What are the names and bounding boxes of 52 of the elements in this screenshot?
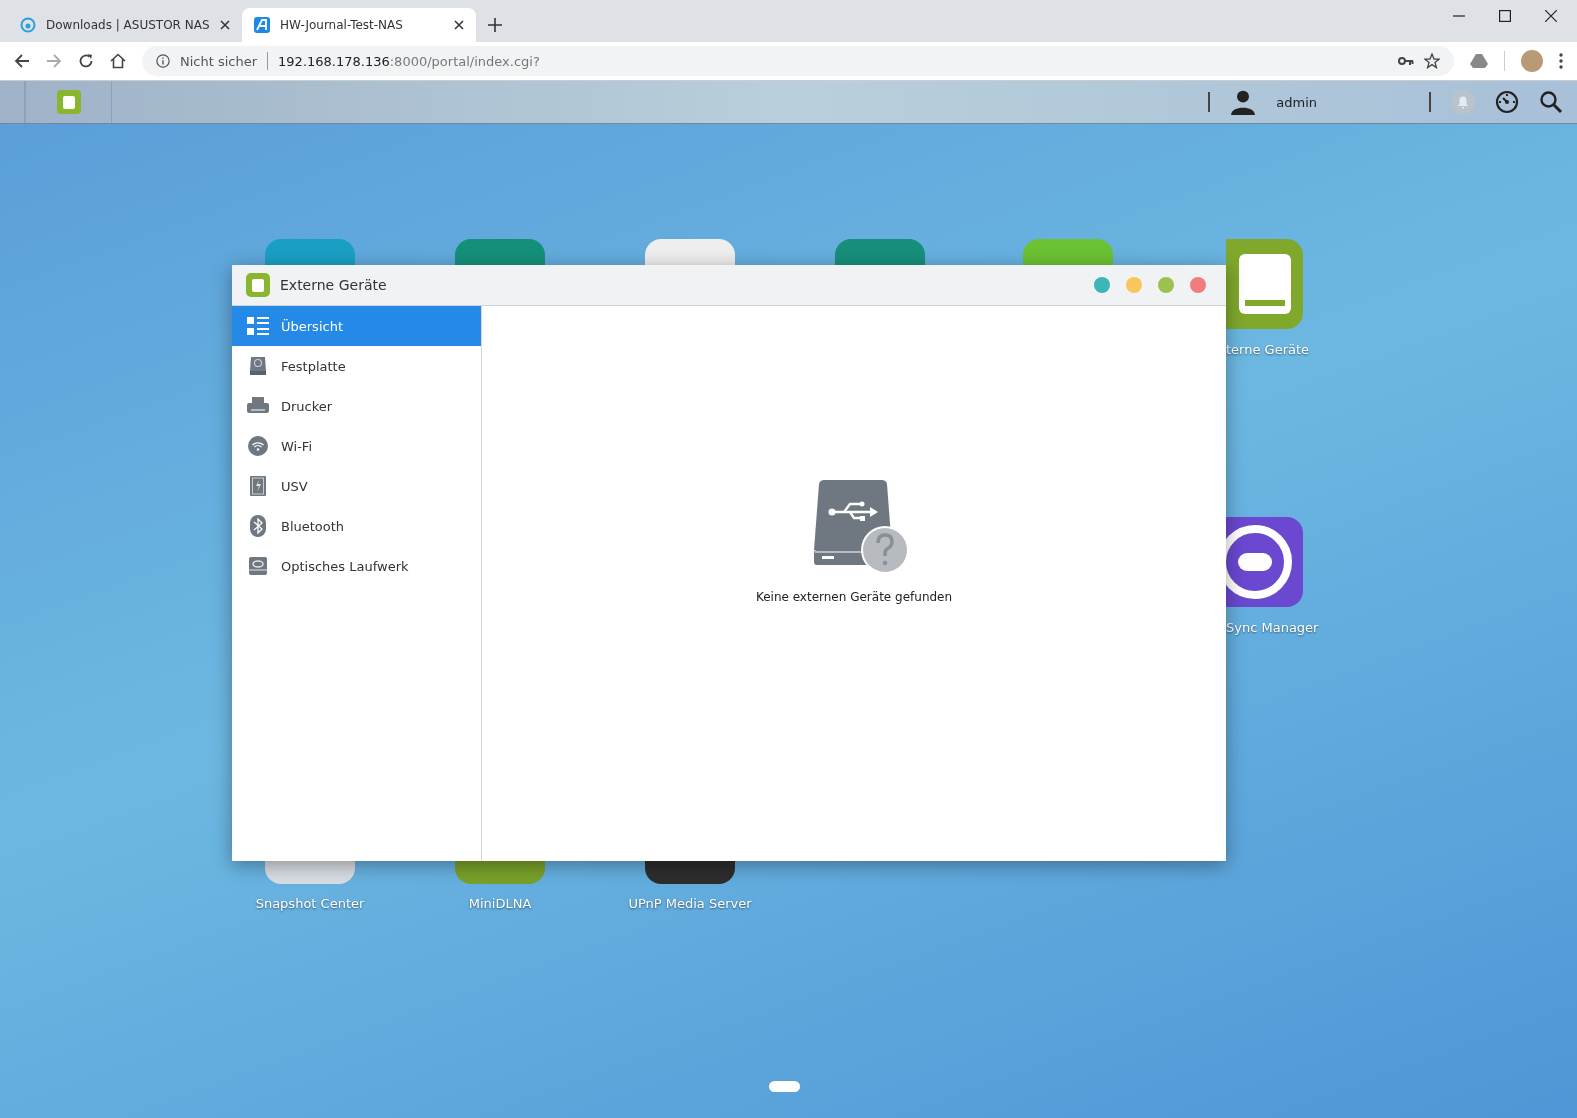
bluetooth-icon	[247, 515, 269, 537]
search-icon[interactable]	[1539, 90, 1563, 114]
home-icon[interactable]	[110, 53, 126, 69]
printer-icon	[247, 396, 269, 416]
forward-icon[interactable]	[46, 53, 62, 69]
usb-drive-question-icon	[814, 480, 910, 572]
maximize-icon[interactable]	[1499, 10, 1511, 22]
site-logo-icon	[254, 17, 270, 33]
hard-disk-icon	[247, 356, 269, 376]
user-icon[interactable]	[1230, 89, 1257, 115]
app-icon[interactable]	[1226, 239, 1303, 329]
sidebar-item[interactable]: Optisches Laufwerk	[232, 546, 481, 586]
sidebar-item[interactable]: Wi-Fi	[232, 426, 481, 466]
browser-tab[interactable]: Downloads | ASUSTOR NAS	[8, 8, 242, 42]
menu-icon[interactable]	[1559, 53, 1563, 69]
sidebar-item[interactable]: Festplatte	[232, 346, 481, 386]
sidebar-item[interactable]: Bluetooth	[232, 506, 481, 546]
window-control[interactable]	[1190, 277, 1206, 293]
app-icon[interactable]	[1226, 517, 1303, 607]
security-label: Nicht sicher	[180, 53, 258, 69]
dock-handle[interactable]	[769, 1081, 800, 1092]
sidebar-item[interactable]: USV	[232, 466, 481, 506]
window-title: Externe Geräte	[280, 277, 387, 293]
window-control[interactable]	[1158, 277, 1174, 293]
optical-drive-icon	[247, 556, 269, 576]
reload-icon[interactable]	[78, 53, 94, 69]
close-tab-icon[interactable]	[220, 20, 230, 30]
drive-icon[interactable]	[1470, 53, 1488, 69]
close-tab-icon[interactable]	[454, 20, 464, 30]
list-icon	[247, 316, 269, 336]
browser-tab[interactable]: HW-Journal-Test-NAS	[242, 8, 476, 42]
url-text: 192.168.178.136:8000/portal/index.cgi?	[278, 53, 540, 69]
site-logo-icon	[20, 17, 36, 33]
wifi-icon	[247, 436, 269, 456]
close-icon[interactable]	[1545, 10, 1557, 22]
user-name[interactable]: admin	[1276, 94, 1317, 110]
taskbar-app-icon[interactable]	[56, 90, 81, 114]
back-icon[interactable]	[14, 53, 30, 69]
star-icon[interactable]	[1424, 53, 1440, 69]
app-icon[interactable]	[645, 861, 735, 884]
app-icon	[246, 273, 270, 297]
window-control[interactable]	[1094, 277, 1110, 293]
new-tab-icon[interactable]	[488, 18, 502, 32]
sidebar-item[interactable]: Drucker	[232, 386, 481, 426]
gauge-icon[interactable]	[1495, 90, 1519, 114]
avatar[interactable]	[1521, 50, 1543, 72]
sidebar-item[interactable]: Übersicht	[232, 306, 481, 346]
address-field[interactable]: Nicht sicher 192.168.178.136:8000/portal/index.cgi?	[142, 46, 1454, 76]
empty-state-message: Keine externen Geräte gefunden	[755, 590, 953, 604]
info-icon	[156, 54, 170, 68]
battery-icon	[247, 475, 269, 497]
key-icon[interactable]	[1398, 56, 1414, 66]
